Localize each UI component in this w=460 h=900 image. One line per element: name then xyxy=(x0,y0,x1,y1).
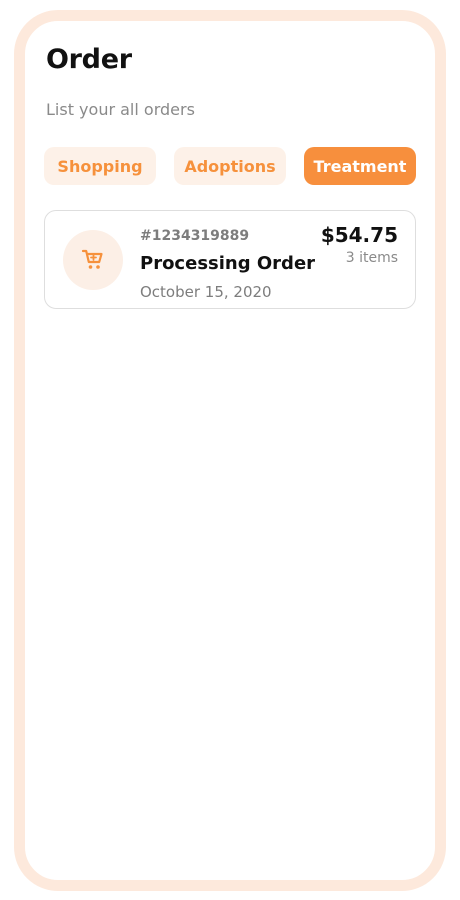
page-subtitle: List your all orders xyxy=(46,100,195,119)
order-id: #1234319889 xyxy=(140,228,250,244)
order-price: $54.75 xyxy=(320,223,398,247)
tab-treatment[interactable]: Treatment xyxy=(304,147,416,185)
page-title: Order xyxy=(46,44,132,75)
order-item-count: 3 items xyxy=(345,250,398,266)
order-tabs: Shopping Adoptions Treatment xyxy=(44,147,416,185)
phone-frame xyxy=(14,10,446,891)
order-card[interactable]: #1234319889 Processing Order October 15,… xyxy=(44,210,416,309)
order-avatar xyxy=(63,230,123,290)
order-date: October 15, 2020 xyxy=(140,283,272,301)
order-status: Processing Order xyxy=(140,253,316,274)
tab-shopping[interactable]: Shopping xyxy=(44,147,156,185)
tab-adoptions[interactable]: Adoptions xyxy=(174,147,286,185)
shopping-cart-icon xyxy=(81,249,103,269)
